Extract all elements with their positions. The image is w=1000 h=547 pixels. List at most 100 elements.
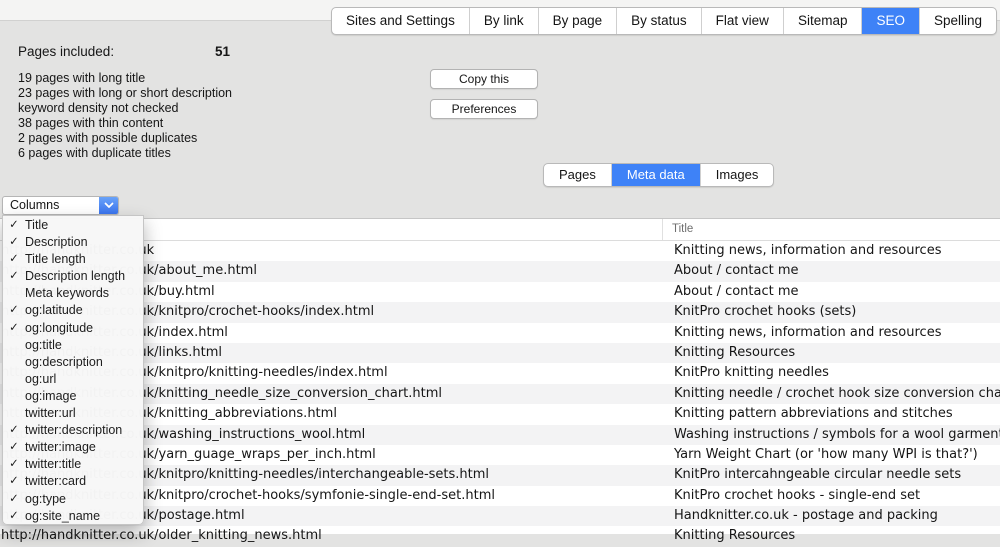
checkmark-icon: ✓ [3,508,25,525]
table-row[interactable]: http://handknitter.co.uk/knitpro/knittin… [0,465,1000,485]
data-view-tabs: Pages Meta data Images [543,163,774,187]
columns-menu-item[interactable]: ✓ og:url [3,371,143,388]
data-view-tab[interactable]: Meta data [611,164,700,186]
columns-dropdown-button[interactable]: Columns [2,196,119,215]
copy-this-button[interactable]: Copy this [430,69,538,89]
data-view-tab[interactable]: Images [700,164,774,186]
columns-menu-item-label: og:type [25,491,143,508]
columns-menu-item-label: og:longitude [25,320,143,337]
table-row[interactable]: http://handknitter.co.uk/knitting_abbrev… [0,404,1000,424]
summary-line: 23 pages with long or short description [18,86,398,101]
checkmark-icon: ✓ [3,473,25,490]
columns-menu-item[interactable]: ✓ og:type [3,491,143,508]
view-tab[interactable]: Sitemap [783,8,862,34]
columns-menu-item[interactable]: ✓ og:longitude [3,320,143,337]
columns-menu-item-label: twitter:url [25,405,143,422]
view-tab-label: By link [484,13,524,28]
columns-dropdown-label: Columns [3,197,99,214]
table-row[interactable]: http://handknitter.co.uk/older_knitting_… [0,526,1000,546]
columns-menu-item-label: og:description [25,354,143,371]
table-row[interactable]: http://handknitter.co.uk/washing_instruc… [0,425,1000,445]
checkmark-icon: ✓ [3,422,25,439]
title-cell: KnitPro crochet hooks - single-end set [664,486,1000,506]
table-row[interactable]: http://handknitter.co.uk/about_me.html A… [0,261,1000,281]
table-body: http://handknitter.co.uk Knitting news, … [0,241,1000,547]
checkmark-icon: ✓ [3,302,25,319]
preferences-button[interactable]: Preferences [430,99,538,119]
view-tab-label: Sitemap [798,13,848,28]
columns-menu-item[interactable]: ✓ twitter:description [3,422,143,439]
chevron-down-icon [99,197,118,214]
columns-menu-item[interactable]: ✓ twitter:image [3,439,143,456]
columns-menu-item[interactable]: ✓ Meta keywords [3,285,143,302]
columns-menu-item-label: Description [25,234,143,251]
columns-menu-item-label: Title length [25,251,143,268]
columns-menu-item[interactable]: ✓ Description [3,234,143,251]
view-tab-label: SEO [876,13,905,28]
table-row[interactable]: http://handknitter.co.uk/yarn_guage_wrap… [0,445,1000,465]
table-row[interactable]: http://handknitter.co.uk/buy.html About … [0,282,1000,302]
view-tab[interactable]: Spelling [919,8,996,34]
pages-included: Pages included: 51 [18,44,398,61]
view-tab-label: Spelling [934,13,982,28]
title-cell: About / contact me [664,282,1000,302]
table-row[interactable]: http://handknitter.co.uk Knitting news, … [0,241,1000,261]
columns-menu-item[interactable]: ✓ og:site_name [3,508,143,525]
columns-menu-item-label: og:image [25,388,143,405]
view-tab[interactable]: SEO [861,8,919,34]
checkmark-icon: ✓ [3,217,25,234]
summary-lines: 19 pages with long title23 pages with lo… [18,71,398,160]
columns-menu-item-label: Meta keywords [25,285,143,302]
title-cell: Knitting news, information and resources [664,241,1000,261]
checkmark-icon: ✓ [3,320,25,337]
checkmark-icon: ✓ [3,439,25,456]
title-cell: Knitting Resources [664,526,1000,546]
columns-menu-item-label: twitter:card [25,473,143,490]
data-view-tab-label: Pages [559,167,596,182]
columns-menu-item[interactable]: ✓ twitter:title [3,456,143,473]
checkmark-icon: ✓ [3,234,25,251]
checkmark-icon: ✓ [3,251,25,268]
view-tab[interactable]: By link [469,8,538,34]
title-cell: Yarn Weight Chart (or 'how many WPI is t… [664,445,1000,465]
columns-menu-item[interactable]: ✓ twitter:url [3,405,143,422]
view-tab[interactable]: By status [616,8,701,34]
columns-menu-item[interactable]: ✓ og:title [3,337,143,354]
meta-data-table: Title http://handknitter.co.uk Knitting … [0,218,1000,534]
columns-menu-item[interactable]: ✓ twitter:card [3,473,143,490]
columns-menu-item[interactable]: ✓ Title [3,217,143,234]
table-row[interactable]: http://handknitter.co.uk/knitpro/crochet… [0,486,1000,506]
columns-menu-item-label: twitter:image [25,439,143,456]
table-row[interactable]: http://handknitter.co.uk/knitpro/crochet… [0,302,1000,322]
table-row[interactable]: http://handknitter.co.uk/knitpro/knittin… [0,363,1000,383]
view-tabs: Sites and Settings By link By page By st… [331,7,997,35]
summary-line: keyword density not checked [18,101,398,116]
columns-menu-item[interactable]: ✓ og:latitude [3,302,143,319]
columns-menu-item[interactable]: ✓ og:image [3,388,143,405]
columns-menu-item[interactable]: ✓ Title length [3,251,143,268]
view-tab[interactable]: Sites and Settings [332,8,469,34]
title-cell: Handknitter.co.uk - postage and packing [664,506,1000,526]
title-cell: About / contact me [664,261,1000,281]
title-cell: KnitPro knitting needles [664,363,1000,383]
summary-line: 38 pages with thin content [18,116,398,131]
view-tab[interactable]: Flat view [701,8,783,34]
columns-menu-item[interactable]: ✓ Description length [3,268,143,285]
table-row[interactable]: http://handknitter.co.uk/knitting_needle… [0,384,1000,404]
summary-line: 2 pages with possible duplicates [18,131,398,146]
view-tab-label: By status [631,13,687,28]
seo-summary: Pages included: 51 19 pages with long ti… [18,44,398,160]
table-row[interactable]: http://handknitter.co.uk/postage.html Ha… [0,506,1000,526]
data-view-tab[interactable]: Pages [544,164,611,186]
title-column-header[interactable]: Title [663,219,1000,240]
table-header: Title [0,219,1000,241]
pages-included-value: 51 [215,44,230,59]
checkmark-icon: ✓ [3,491,25,508]
columns-menu-item[interactable]: ✓ og:description [3,354,143,371]
view-tab[interactable]: By page [538,8,617,34]
app-window: { "colors": { "accent_blue": "#3e82f7", … [0,0,1000,534]
table-row[interactable]: http://handknitter.co.uk/index.html Knit… [0,323,1000,343]
table-row[interactable]: http://handknitter.co.uk/links.html Knit… [0,343,1000,363]
columns-menu-item-label: og:url [25,371,143,388]
title-cell: Knitting news, information and resources [664,323,1000,343]
